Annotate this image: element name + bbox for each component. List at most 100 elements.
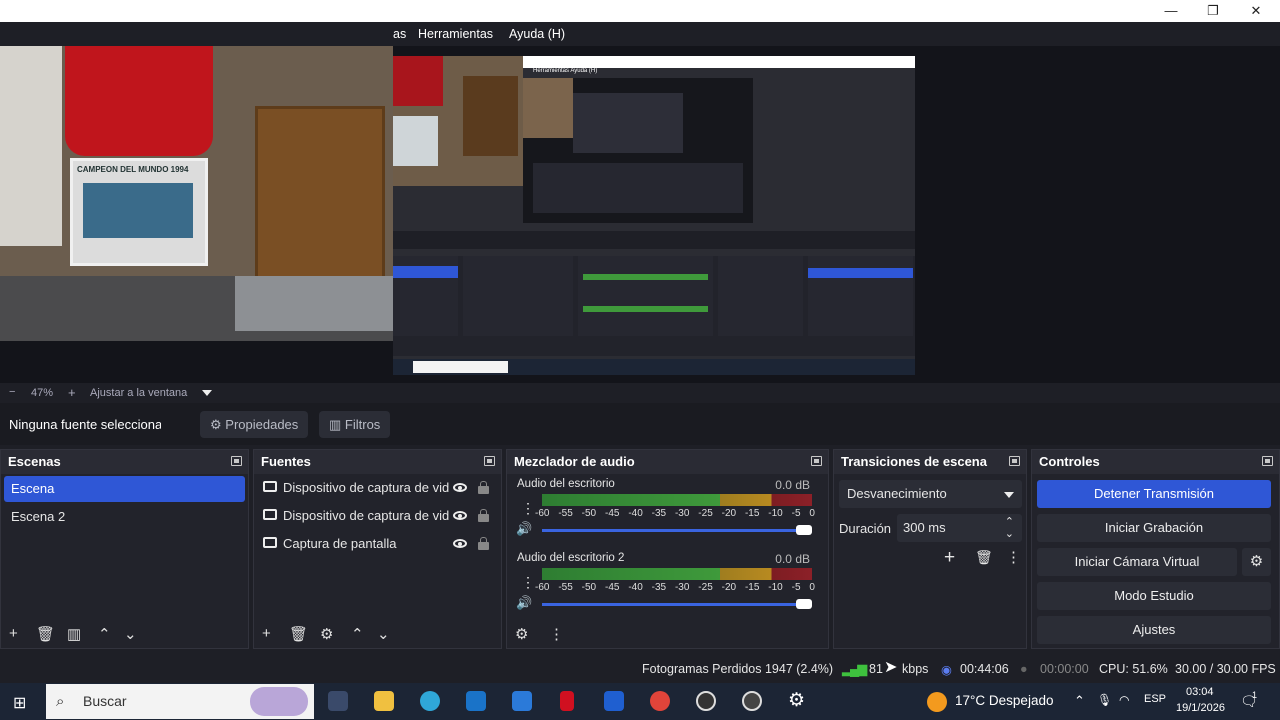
stop-stream-button[interactable]: Detener Transmisión	[1037, 480, 1271, 508]
eye-icon[interactable]	[453, 539, 467, 548]
chevron-down-icon[interactable]: ⌄	[124, 625, 137, 643]
chevron-down-icon[interactable]: ⌄	[377, 625, 390, 643]
zoom-out-button[interactable]: −	[9, 386, 15, 398]
start-recording-button[interactable]: Iniciar Grabación	[1037, 514, 1271, 542]
store-icon[interactable]	[512, 691, 532, 711]
zoom-in-button[interactable]: +	[68, 385, 76, 400]
sources-title: Fuentes	[261, 454, 311, 469]
undock-icon[interactable]	[811, 456, 822, 466]
media-player-icon[interactable]	[696, 691, 716, 711]
add-icon[interactable]: +	[944, 547, 955, 569]
lock-icon[interactable]	[478, 481, 489, 494]
tick: -10	[768, 582, 783, 593]
obs-icon[interactable]	[742, 691, 762, 711]
kebab-menu-icon[interactable]: ⋮	[521, 574, 535, 591]
volume-slider-handle[interactable]	[796, 599, 812, 609]
nested-stop-button	[808, 268, 913, 278]
nested-webcam-2	[523, 78, 573, 138]
undock-icon[interactable]	[1262, 456, 1273, 466]
fit-window-dropdown[interactable]: Ajustar a la ventana	[90, 387, 187, 399]
outlook-icon[interactable]	[466, 691, 486, 711]
studio-mode-button[interactable]: Modo Estudio	[1037, 582, 1271, 610]
lock-icon[interactable]	[478, 509, 489, 522]
nested-menu-text: Herramientas Ayuda (H)	[533, 68, 598, 74]
source-item[interactable]: Dispositivo de captura de vid	[254, 474, 501, 502]
speaker-icon[interactable]: 🔊	[516, 521, 532, 537]
volume-meter	[542, 568, 812, 580]
sources-dock: Fuentes Dispositivo de captura de vid Di…	[253, 449, 502, 649]
add-icon[interactable]: +	[262, 625, 271, 642]
undock-icon[interactable]	[484, 456, 495, 466]
meter-ticks: -60 -55 -50 -45 -40 -35 -30 -25 -20 -15 -10 -5 0	[535, 508, 815, 519]
clock-date[interactable]: 19/1/2026	[1176, 702, 1225, 714]
menu-item-partial[interactable]: as	[393, 27, 406, 41]
red-app-icon[interactable]	[560, 691, 574, 711]
mixer-dock-header: Mezclador de audio	[507, 450, 828, 474]
kebab-menu-icon[interactable]: ⋮	[549, 625, 564, 643]
microphone-icon[interactable]: 🎙	[1097, 693, 1112, 707]
tick: 0	[809, 582, 815, 593]
notepad-icon[interactable]	[604, 691, 624, 711]
add-icon[interactable]: +	[9, 625, 18, 642]
language-indicator[interactable]: ESP	[1144, 693, 1166, 705]
volume-slider[interactable]	[542, 529, 810, 532]
source-item[interactable]: Captura de pantalla	[254, 530, 501, 558]
windows-start-icon[interactable]: ⊞	[13, 693, 26, 713]
record-icon: ●	[1020, 662, 1028, 676]
scenes-dock: Escenas Escena Escena 2 + 🗑 ▥ ⌃ ⌄	[0, 449, 249, 649]
chrome-icon[interactable]	[650, 691, 670, 711]
eye-icon[interactable]	[453, 483, 467, 492]
scene-item[interactable]: Escena	[4, 476, 245, 502]
chevron-down-icon[interactable]	[202, 390, 212, 396]
clock-time[interactable]: 03:04	[1186, 686, 1214, 698]
close-button[interactable]: ✕	[1246, 2, 1266, 20]
source-item[interactable]: Dispositivo de captura de vid	[254, 502, 501, 530]
properties-button[interactable]: ⚙ Propiedades	[200, 411, 309, 438]
filters-button[interactable]: ▥ Filtros	[319, 411, 391, 438]
trash-icon[interactable]: 🗑	[975, 549, 993, 566]
file-explorer-icon[interactable]	[374, 691, 394, 711]
cpu-usage: CPU: 51.6%	[1099, 662, 1168, 676]
undock-icon[interactable]	[1009, 456, 1020, 466]
trash-icon[interactable]: 🗑	[36, 625, 55, 643]
gear-icon[interactable]: ⚙	[320, 625, 333, 643]
scenes-dock-header: Escenas	[1, 450, 248, 474]
kebab-menu-icon[interactable]: ⋮	[521, 500, 535, 517]
kebab-menu-icon[interactable]: ⋮	[1006, 548, 1021, 566]
volume-slider-handle[interactable]	[796, 525, 812, 535]
gear-icon[interactable]: ⚙	[1242, 548, 1271, 576]
chevron-up-icon[interactable]: ⌃	[98, 625, 111, 643]
settings-gear-icon[interactable]: ⚙	[788, 689, 805, 712]
lock-icon[interactable]	[478, 537, 489, 550]
weather-text[interactable]: 17°C Despejado	[955, 693, 1053, 708]
gear-icon[interactable]: ⚙	[515, 625, 528, 643]
start-virtual-camera-button[interactable]: Iniciar Cámara Virtual	[1037, 548, 1237, 576]
transition-select[interactable]: Desvanecimiento	[839, 480, 1022, 508]
tick: -5	[791, 582, 801, 593]
mixer-title: Mezclador de audio	[514, 454, 635, 469]
trash-icon[interactable]: 🗑	[289, 625, 308, 643]
menu-bar: as Herramientas Ayuda (H)	[0, 22, 1280, 46]
taskbar-search-box[interactable]: ⌕ Buscar	[46, 684, 314, 719]
task-view-icon[interactable]	[328, 691, 348, 711]
zoom-value: 47%	[31, 387, 54, 399]
menu-item-help[interactable]: Ayuda (H)	[509, 27, 565, 41]
menu-item-tools[interactable]: Herramientas	[418, 27, 493, 41]
duration-spinbox[interactable]: 300 ms ⌃ ⌄	[897, 514, 1022, 542]
restore-button[interactable]: ❐	[1203, 2, 1223, 20]
chevron-up-icon[interactable]: ⌃	[351, 625, 364, 643]
settings-button[interactable]: Ajustes	[1037, 616, 1271, 644]
volume-slider[interactable]	[542, 603, 810, 606]
wifi-icon[interactable]: ◠	[1119, 693, 1129, 707]
edge-browser-icon[interactable]	[420, 691, 440, 711]
scene-item[interactable]: Escena 2	[4, 504, 245, 530]
speaker-icon[interactable]: 🔊	[516, 595, 532, 611]
minimize-button[interactable]: —	[1161, 2, 1181, 20]
chevron-down-icon[interactable]: ⌄	[1005, 520, 1014, 548]
notification-count: 1	[1252, 690, 1258, 700]
preview-canvas[interactable]: Herramientas Ayuda (H) CAMPEON DEL MUNDO…	[0, 46, 1280, 383]
chevron-up-icon[interactable]: ⌃	[1074, 693, 1085, 709]
undock-icon[interactable]	[231, 456, 242, 466]
filter-icon[interactable]: ▥	[67, 625, 81, 643]
eye-icon[interactable]	[453, 511, 467, 520]
